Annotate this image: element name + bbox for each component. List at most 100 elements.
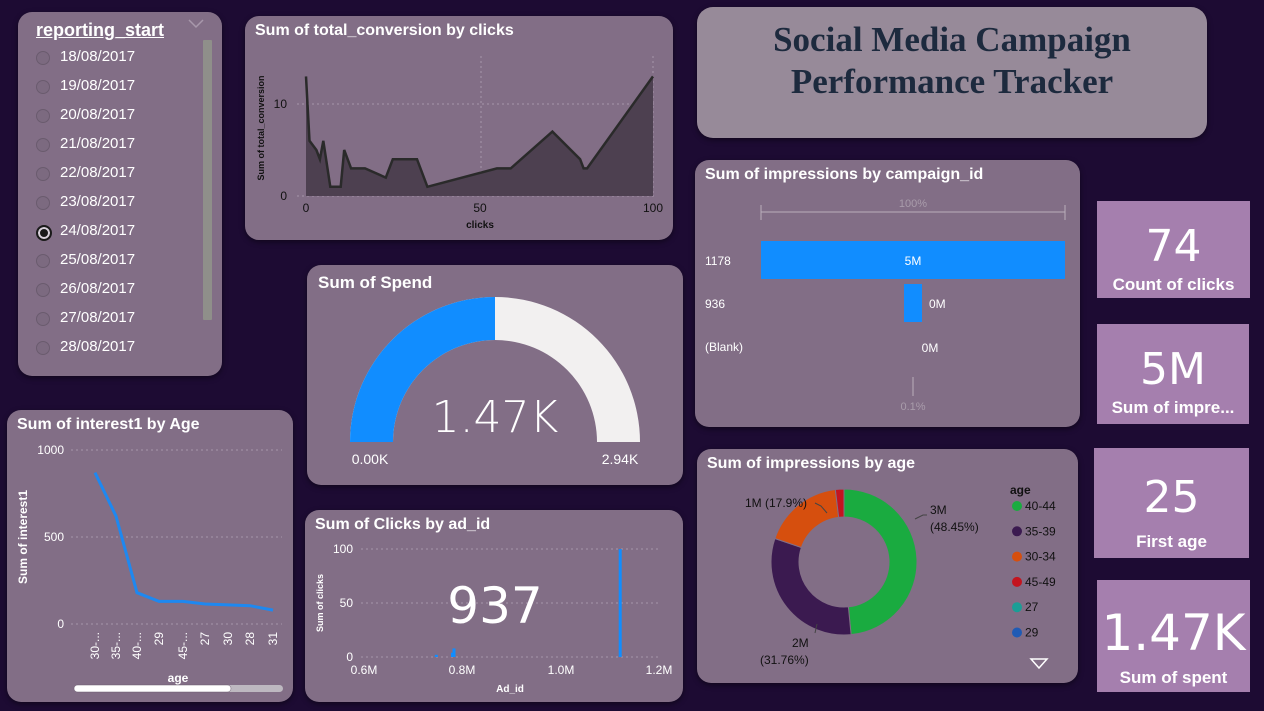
funnel-value-blank: 0M	[922, 341, 939, 355]
legend-marker	[1012, 551, 1022, 562]
x-tick-label: 30-...	[88, 632, 102, 659]
x-axis-label: clicks	[466, 220, 494, 231]
slicer-scrollbar[interactable]	[203, 40, 212, 320]
slicer-item-label[interactable]: 23/08/2017	[60, 193, 135, 210]
slicer-radio[interactable]	[36, 341, 50, 355]
gauge-value: 1.47K	[432, 392, 559, 443]
kpi-card-age: 25 First age	[1094, 448, 1249, 558]
y-axis-label: Sum of interest1	[16, 490, 30, 584]
slicer-item-label[interactable]: 28/08/2017	[60, 338, 135, 355]
kpi-value: 5M	[1140, 344, 1206, 395]
legend-marker	[1012, 526, 1022, 537]
slicer-item-label[interactable]: 24/08/2017	[60, 222, 135, 239]
kpi-value: 74	[1145, 221, 1202, 272]
kpi-card-impressions: 5M Sum of impre...	[1097, 324, 1249, 424]
slicer-radio[interactable]	[36, 167, 50, 181]
kpi-label: Sum of impre...	[1111, 398, 1235, 417]
funnel-label-blank: (Blank)	[705, 340, 743, 354]
slicer-radio[interactable]	[36, 138, 50, 152]
slicer-item-label[interactable]: 22/08/2017	[60, 164, 135, 181]
slicer-item-label[interactable]: 18/08/2017	[60, 48, 135, 65]
slice-label-pct-40-44: (48.45%)	[930, 520, 979, 534]
slicer-radio[interactable]	[36, 109, 50, 123]
x-tick-label: 30	[221, 632, 235, 646]
slicer-item-label[interactable]: 21/08/2017	[60, 135, 135, 152]
slicer-radio[interactable]	[36, 51, 50, 65]
slicer-item-label[interactable]: 19/08/2017	[60, 77, 135, 94]
x-tick-0.8M: 0.8M	[449, 663, 476, 677]
x-tick-label: 35-...	[109, 632, 123, 659]
spend-gauge-card: Sum of Spend 1.47K 0.00K 2.94K	[307, 265, 683, 485]
slicer-title: reporting_start	[36, 20, 165, 40]
slice-label-value-40-44: 3M	[930, 503, 947, 517]
ad-click-bar[interactable]	[618, 549, 622, 657]
slicer-item-label[interactable]: 26/08/2017	[60, 280, 135, 297]
header-card: Social Media Campaign Performance Tracke…	[697, 7, 1207, 138]
leader-line-40-44	[914, 514, 927, 520]
donut-slice-40-44[interactable]	[843, 488, 918, 636]
funnel-value-936: 0M	[929, 297, 946, 311]
x-tick-label: 45-...	[176, 632, 190, 659]
legend-label[interactable]: 35-39	[1025, 524, 1056, 538]
donut-slice-35-39[interactable]	[770, 537, 852, 636]
scrollbar-thumb[interactable]	[73, 684, 232, 693]
funnel-bar-936[interactable]	[904, 284, 922, 322]
legend-marker	[1012, 501, 1022, 511]
y-axis-label: Sum of clicks	[315, 574, 325, 632]
gauge-min-label: 0.00K	[352, 451, 389, 467]
y-axis-label: Sum of total_conversion	[256, 75, 266, 180]
x-tick-label: 27	[198, 632, 212, 646]
y-tick-0: 0	[346, 650, 353, 664]
slicer-radio[interactable]	[36, 283, 50, 297]
y-tick-1000: 1000	[37, 443, 64, 457]
slicer-radio[interactable]	[36, 80, 50, 94]
page-title: Social Media Campaign Performance Tracke…	[697, 19, 1207, 103]
slicer-radio[interactable]	[36, 196, 50, 210]
slicer-radio[interactable]	[36, 312, 50, 326]
kpi-card-clicks: 74 Count of clicks	[1097, 201, 1250, 298]
y-tick-500: 500	[44, 530, 64, 544]
kpi-label: Count of clicks	[1112, 275, 1235, 294]
kpi-value: 1.47K	[1101, 604, 1246, 662]
legend-marker	[1012, 576, 1022, 587]
conversion-by-clicks-chart: Sum of total_conversion by clicks 10 0 0…	[245, 16, 673, 240]
x-axis-label: Ad_id	[496, 684, 524, 695]
ad-click-bar[interactable]	[434, 654, 438, 657]
conversion-area	[306, 76, 653, 196]
y-tick-0: 0	[280, 189, 287, 203]
x-tick-label: 31	[266, 632, 280, 646]
legend-label[interactable]: 30-34	[1025, 550, 1056, 564]
clicks-by-ad-chart: Sum of Clicks by ad_id 100 50 0 Sum of c…	[305, 510, 683, 702]
x-tick-1.2M: 1.2M	[646, 663, 673, 677]
slicer-radio[interactable]	[36, 254, 50, 268]
slicer-item-label[interactable]: 20/08/2017	[60, 106, 135, 123]
slicer-item-label[interactable]: 27/08/2017	[60, 309, 135, 326]
slice-label-value-35-39: 2M	[792, 636, 809, 650]
legend-marker	[1012, 602, 1022, 613]
slicer-radio[interactable]	[36, 225, 52, 241]
legend-scroll-down-icon[interactable]	[1029, 658, 1049, 670]
x-tick-label: 28	[243, 632, 257, 646]
clicks-overlay-value: 937	[447, 577, 542, 635]
interest-line	[93, 471, 274, 612]
x-tick-label: 29	[152, 632, 166, 646]
kpi-value: 25	[1143, 472, 1200, 523]
chevron-down-icon[interactable]	[186, 14, 206, 36]
legend-label[interactable]: 45-49	[1025, 575, 1056, 589]
x-tick-50: 50	[473, 201, 487, 215]
ad-click-bar[interactable]	[452, 648, 456, 657]
legend-label[interactable]: 40-44	[1025, 499, 1056, 513]
legend-marker	[1012, 627, 1022, 638]
y-tick-100: 100	[333, 542, 353, 556]
interest-by-age-chart: Sum of interest1 by Age 1000 500 0 Sum o…	[7, 410, 293, 702]
slice-label-pct-35-39: (31.76%)	[760, 653, 809, 667]
legend-label[interactable]: 27	[1025, 600, 1039, 614]
kpi-label: Sum of spent	[1119, 668, 1228, 687]
funnel-bottom-percent: 0.1%	[900, 401, 925, 413]
slicer-item-label[interactable]: 25/08/2017	[60, 251, 135, 268]
title-line-1: Social Media Campaign	[773, 20, 1131, 59]
gauge-max-label: 2.94K	[602, 451, 639, 467]
legend-label[interactable]: 29	[1025, 626, 1039, 640]
x-tick-label: 40-...	[130, 632, 144, 659]
impressions-by-age-donut: Sum of impressions by age 3M (48.45%) 1M…	[697, 449, 1078, 683]
